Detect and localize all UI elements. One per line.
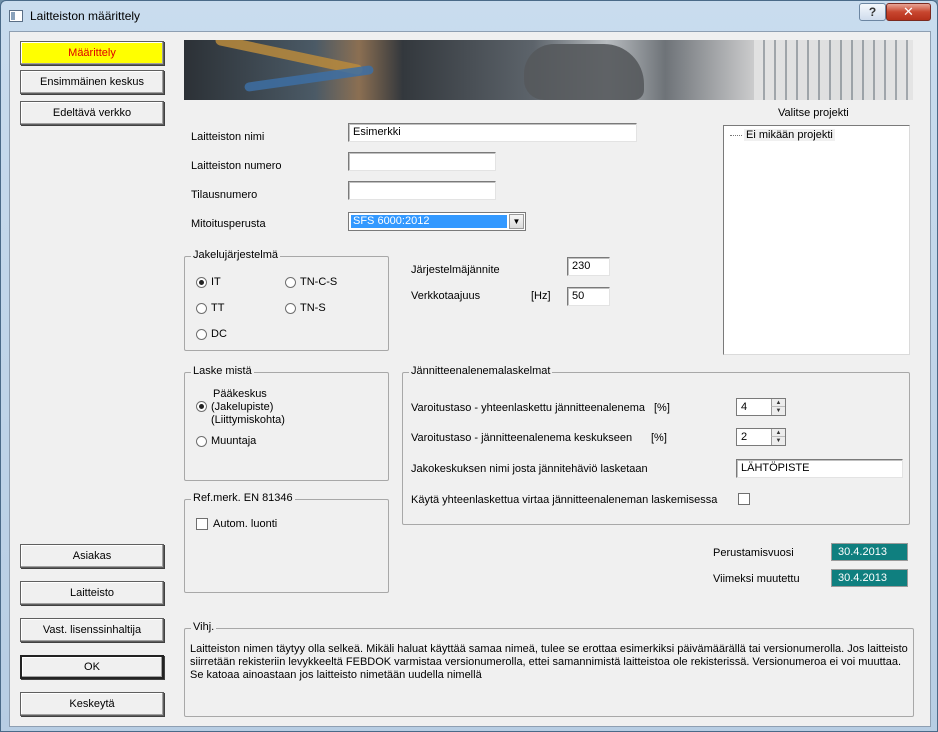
verkkotaajuus-unit: [Hz]: [531, 290, 551, 302]
header-banner-image: [184, 40, 913, 100]
varoitus-keskus-unit: [%]: [651, 432, 667, 444]
perustamisvuosi-value: 30.4.2013: [831, 543, 908, 561]
radio-dc-label: DC: [211, 328, 227, 340]
close-button[interactable]: ✕: [886, 3, 931, 21]
kayta-yhteenlaskettua-checkbox[interactable]: [738, 493, 750, 505]
tree-connector-icon: [730, 134, 742, 136]
varoitus-yhteen-unit: [%]: [654, 402, 670, 414]
jannitteenalenema-group: Jännitteenalenemalaskelmat Varoitustaso …: [402, 365, 910, 525]
mitoitusperusta-label: Mitoitusperusta: [191, 218, 266, 230]
kayta-yhteenlaskettua-label: Käytä yhteenlaskettua virtaa jännitteena…: [411, 494, 718, 506]
keskeyta-button[interactable]: Keskeytä: [20, 692, 164, 716]
varoitus-keskus-value: 2: [741, 431, 748, 443]
radio-it-label: IT: [211, 276, 221, 288]
spin-down-icon[interactable]: ▼: [771, 407, 785, 415]
dialog-content: Määrittely Ensimmäinen keskus Edeltävä v…: [9, 31, 931, 727]
hint-group: Vihj. Laitteiston nimen täytyy olla selk…: [184, 621, 914, 717]
jannitteenalenema-legend: Jännitteenalenemalaskelmat: [409, 365, 553, 377]
chevron-down-icon[interactable]: ▼: [509, 214, 524, 229]
mitoitusperusta-value: SFS 6000:2012: [351, 215, 507, 228]
laitteiston-nimi-label: Laitteiston nimi: [191, 131, 265, 143]
ref-merk-group: Ref.merk. EN 81346 Autom. luonti: [184, 492, 389, 593]
ok-button[interactable]: OK: [20, 655, 164, 679]
radio-it[interactable]: [196, 277, 207, 288]
viimeksi-muutettu-label: Viimeksi muutettu: [713, 573, 800, 585]
ensimmainen-keskus-button[interactable]: Ensimmäinen keskus: [20, 70, 164, 94]
ref-merk-legend: Ref.merk. EN 81346: [191, 492, 295, 504]
banner-glove-shape: [524, 44, 644, 100]
spin-up-icon[interactable]: ▲: [771, 399, 785, 407]
list-item[interactable]: Ei mikään projekti: [730, 129, 835, 141]
banner-wire-shape: [244, 64, 374, 93]
radio-muuntaja-label: Muuntaja: [211, 435, 257, 447]
laske-mista-legend: Laske mistä: [191, 365, 254, 377]
perustamisvuosi-label: Perustamisvuosi: [713, 547, 794, 559]
radio-tn-c-s-label: TN-C-S: [300, 276, 338, 288]
maarittely-button[interactable]: Määrittely: [20, 41, 164, 65]
spin-up-icon[interactable]: ▲: [771, 429, 785, 437]
laitteisto-button[interactable]: Laitteisto: [20, 581, 164, 605]
radio-muuntaja[interactable]: [196, 436, 207, 447]
radio-tn-s[interactable]: [285, 303, 296, 314]
spin-down-icon[interactable]: ▼: [771, 437, 785, 445]
radio-paakeskus-label-line2: (Jakelupiste): [211, 401, 274, 413]
radio-dc[interactable]: [196, 329, 207, 340]
valitse-projekti-label: Valitse projekti: [778, 107, 849, 119]
laitteiston-numero-input[interactable]: [348, 152, 496, 171]
varoitus-keskus-stepper[interactable]: 2 ▲ ▼: [736, 428, 786, 446]
jarjestelmajannite-label: Järjestelmäjännite: [411, 264, 500, 276]
asiakas-button[interactable]: Asiakas: [20, 544, 164, 568]
varoitus-yhteen-value: 4: [741, 401, 748, 413]
project-list[interactable]: Ei mikään projekti: [723, 125, 910, 355]
verkkotaajuus-input[interactable]: 50: [567, 287, 610, 306]
varoitus-keskus-label: Varoitustaso - jännitteenalenema keskuks…: [411, 432, 633, 444]
hint-text: Laitteiston nimen täytyy olla selkeä. Mi…: [190, 643, 908, 681]
title-bar[interactable]: Laitteiston määrittely ? ✕: [1, 1, 937, 31]
hint-legend: Vihj.: [191, 621, 217, 633]
radio-paakeskus-label-line1: Pääkeskus: [213, 388, 267, 400]
autom-luonti-checkbox[interactable]: [196, 518, 208, 530]
radio-tn-c-s[interactable]: [285, 277, 296, 288]
varoitus-yhteen-label: Varoitustaso - yhteenlaskettu jännitteen…: [411, 402, 645, 414]
radio-paakeskus-label-line3: (Liittymiskohta): [211, 414, 285, 426]
varoitus-yhteen-stepper[interactable]: 4 ▲ ▼: [736, 398, 786, 416]
mitoitusperusta-dropdown[interactable]: SFS 6000:2012 ▼: [348, 212, 526, 231]
jarjestelmajannite-input[interactable]: 230: [567, 257, 610, 276]
jakokeskus-label: Jakokeskuksen nimi josta jännitehäviö la…: [411, 463, 648, 475]
jakokeskus-input[interactable]: LÄHTÖPISTE: [736, 459, 903, 478]
help-button[interactable]: ?: [859, 3, 886, 21]
tilausnumero-input[interactable]: [348, 181, 496, 200]
viimeksi-muutettu-value: 30.4.2013: [831, 569, 908, 587]
radio-tt[interactable]: [196, 303, 207, 314]
app-icon: [9, 10, 23, 22]
laitteiston-numero-label: Laitteiston numero: [191, 160, 282, 172]
dialog-window: Laitteiston määrittely ? ✕ Määrittely En…: [0, 0, 938, 732]
tilausnumero-label: Tilausnumero: [191, 189, 258, 201]
banner-terminal-blocks: [754, 40, 913, 100]
radio-paakeskus[interactable]: [196, 401, 207, 412]
radio-tn-s-label: TN-S: [300, 302, 326, 314]
laitteiston-nimi-input[interactable]: Esimerkki: [348, 123, 637, 142]
edeltava-verkko-button[interactable]: Edeltävä verkko: [20, 101, 164, 125]
vast-lisenssinhaltija-button[interactable]: Vast. lisenssinhaltija: [20, 618, 164, 642]
radio-tt-label: TT: [211, 302, 225, 314]
laske-mista-group: Laske mistä Pääkeskus (Jakelupiste) (Lii…: [184, 365, 389, 481]
jakelujarjestelma-legend: Jakelujärjestelmä: [191, 249, 280, 261]
autom-luonti-label: Autom. luonti: [213, 518, 278, 530]
verkkotaajuus-label: Verkkotaajuus: [411, 290, 481, 302]
jakelujarjestelma-group: Jakelujärjestelmä IT TN-C-S TT TN-S DC: [184, 249, 389, 351]
window-title: Laitteiston määrittely: [30, 9, 141, 23]
